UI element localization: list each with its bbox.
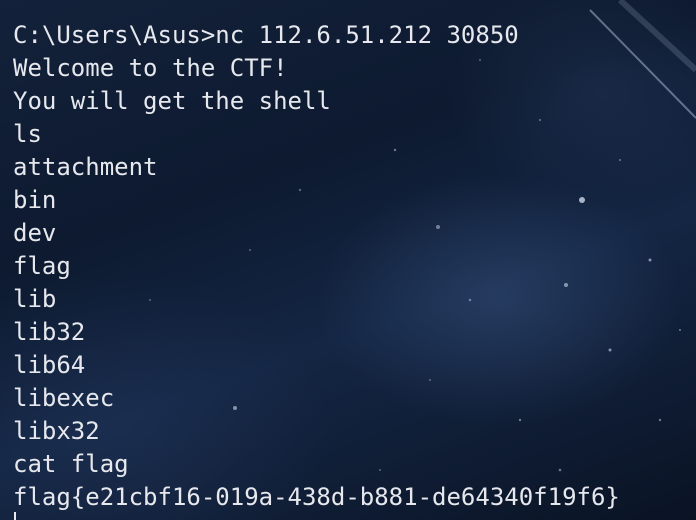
terminal-line: bin: [13, 186, 57, 214]
terminal-line: dev: [13, 219, 57, 247]
terminal-line: You will get the shell: [13, 87, 331, 115]
terminal-line: libx32: [13, 417, 100, 445]
terminal-line: libexec: [13, 384, 115, 412]
terminal-line: ls: [13, 120, 42, 148]
terminal-output: C:\Users\Asus>nc 112.6.51.212 30850 Welc…: [13, 19, 693, 514]
terminal-line: lib32: [13, 318, 86, 346]
terminal-line: cat flag: [13, 450, 129, 478]
flag-output-line: flag{e21cbf16-019a-438d-b881-de64340f19f…: [13, 483, 620, 511]
terminal-line: attachment: [13, 153, 158, 181]
terminal-line: lib: [13, 285, 57, 313]
terminal-line: C:\Users\Asus>nc 112.6.51.212 30850: [13, 21, 519, 49]
text-cursor: [14, 512, 16, 520]
terminal-line: lib64: [13, 351, 86, 379]
terminal-line: flag: [13, 252, 71, 280]
terminal-line: Welcome to the CTF!: [13, 54, 288, 82]
terminal-window[interactable]: C:\Users\Asus>nc 112.6.51.212 30850 Welc…: [0, 0, 696, 520]
